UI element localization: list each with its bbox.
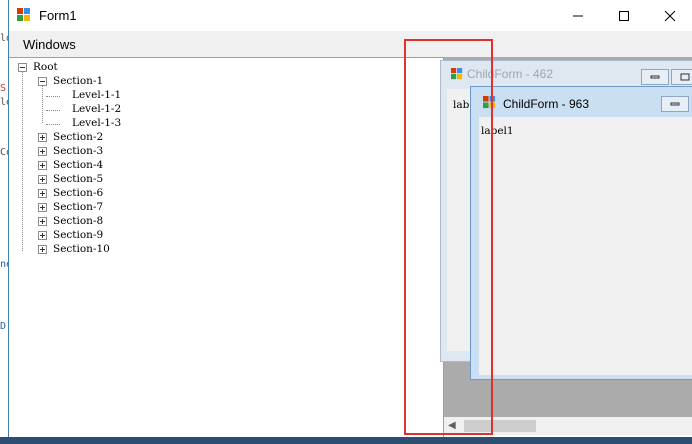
tree-node-section[interactable]: Section-5 — [53, 172, 103, 186]
expand-icon[interactable] — [38, 189, 47, 198]
expand-icon[interactable] — [38, 147, 47, 156]
tree-node-section[interactable]: Section-10 — [53, 242, 110, 256]
tree-node-section[interactable]: Section-3 — [53, 144, 103, 158]
tree-node-level[interactable]: Level-1-1 — [72, 88, 121, 102]
tree-connector — [42, 82, 43, 123]
tree-node-section[interactable]: Section-1 — [53, 74, 103, 88]
tree-node-section[interactable]: Section-4 — [53, 158, 103, 172]
tree-node-section[interactable]: Section-9 — [53, 228, 103, 242]
maximize-button[interactable] — [601, 0, 647, 31]
minimize-button[interactable] — [555, 0, 601, 31]
tree-connector — [46, 96, 60, 97]
child-maximize-button[interactable] — [671, 69, 692, 85]
highlight-rectangle — [404, 39, 493, 435]
menu-bar: Windows — [9, 31, 692, 57]
tree-node-level[interactable]: Level-1-2 — [72, 102, 121, 116]
tree-view[interactable]: Root Section-1 Level-1-1 Level-1-2 Level… — [9, 57, 444, 438]
close-icon — [664, 10, 676, 21]
child-form-title: ChildForm - 963 — [503, 97, 590, 111]
background-text: S — [0, 83, 7, 94]
tree-connector — [46, 110, 60, 111]
tree-node-section[interactable]: Section-8 — [53, 214, 103, 228]
close-button[interactable] — [647, 0, 692, 31]
maximize-icon — [619, 10, 629, 21]
expand-icon[interactable] — [38, 231, 47, 240]
tree-node-section[interactable]: Section-2 — [53, 130, 103, 144]
tree-node-root[interactable]: Root — [33, 60, 58, 74]
expand-icon[interactable] — [38, 203, 47, 212]
taskbar-strip — [0, 437, 692, 444]
expand-icon[interactable] — [38, 217, 47, 226]
child-form-window-active[interactable]: ChildForm - 963 label1 — [470, 86, 692, 380]
collapse-icon[interactable] — [38, 77, 47, 86]
child-minimize-button[interactable] — [661, 96, 689, 112]
maximize-icon — [680, 73, 690, 81]
collapse-icon[interactable] — [18, 63, 27, 72]
tree-connector — [22, 68, 23, 251]
background-text: D — [0, 321, 7, 332]
menu-item-windows[interactable]: Windows — [23, 37, 76, 52]
app-icon — [17, 8, 30, 21]
minimize-icon — [650, 75, 660, 79]
expand-icon[interactable] — [38, 245, 47, 254]
tree-node-level[interactable]: Level-1-3 — [72, 116, 121, 130]
child-minimize-button[interactable] — [641, 69, 669, 85]
minimize-icon — [670, 102, 680, 106]
tree-connector — [46, 124, 60, 125]
minimize-icon — [573, 15, 583, 16]
expand-icon[interactable] — [38, 175, 47, 184]
tree-node-section[interactable]: Section-7 — [53, 200, 103, 214]
tree-node-section[interactable]: Section-6 — [53, 186, 103, 200]
title-bar[interactable]: Form1 — [9, 0, 692, 31]
window-title: Form1 — [39, 8, 77, 23]
child-form-client: label1 — [479, 117, 692, 375]
expand-icon[interactable] — [38, 133, 47, 142]
expand-icon[interactable] — [38, 161, 47, 170]
